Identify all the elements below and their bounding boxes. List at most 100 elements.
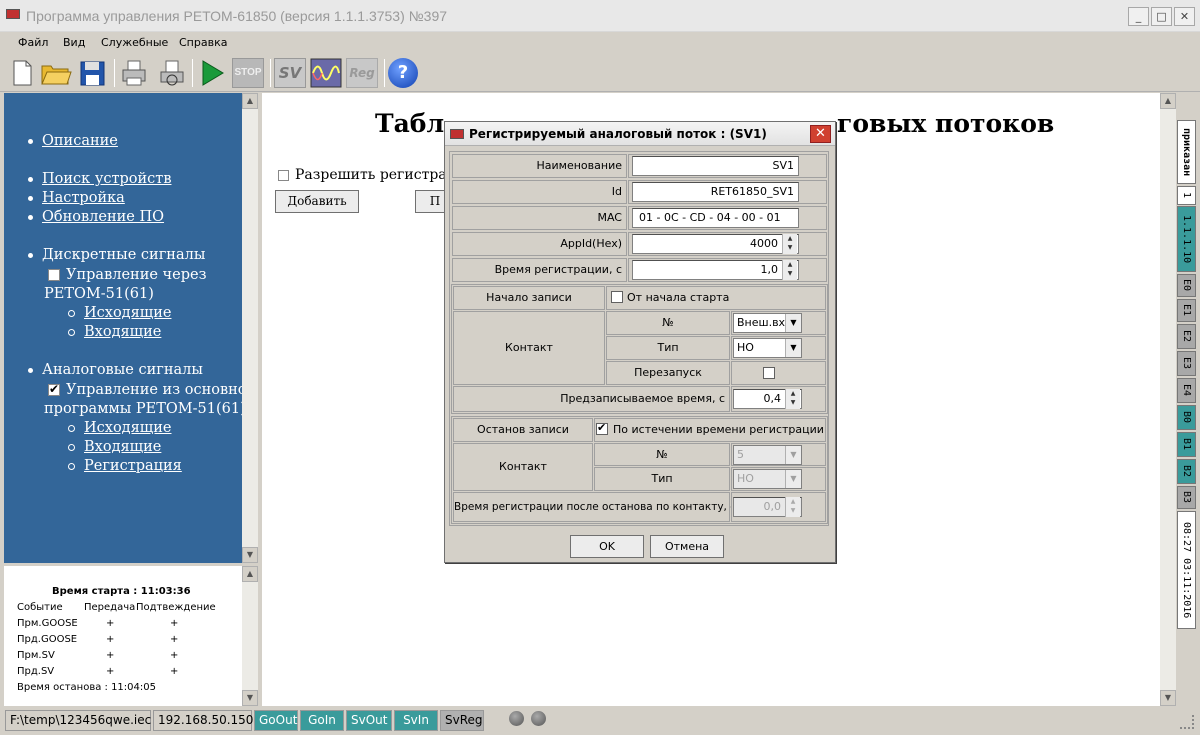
event-log-scrollbar[interactable]: ▲ ▼	[242, 566, 258, 706]
contact-number-select[interactable]: Внеш.вх.1 ▼	[733, 313, 802, 333]
sidebar-item-analog-in[interactable]: Входящие	[68, 439, 161, 455]
print-icon[interactable]	[120, 58, 148, 88]
resize-grip-icon[interactable]	[1180, 715, 1194, 729]
add-button[interactable]: Добавить	[275, 190, 359, 213]
appid-spinner[interactable]: ▲ ▼	[782, 234, 797, 254]
play-icon[interactable]	[198, 58, 226, 88]
new-file-icon[interactable]	[8, 58, 36, 88]
dialog-title-bar[interactable]: Регистрируемый аналоговый поток : (SV1) …	[445, 122, 835, 146]
dropdown-arrow-icon[interactable]: ▼	[785, 339, 801, 357]
name-input[interactable]: SV1	[632, 156, 799, 176]
help-icon[interactable]: ?	[388, 58, 418, 88]
main-scrollbar[interactable]: ▲ ▼	[1160, 93, 1176, 706]
sidebar-item-discrete-out[interactable]: Исходящие	[68, 305, 171, 321]
title-bar: Программа управления РЕТОМ-61850 (версия…	[0, 0, 1200, 32]
sidebar-item-update[interactable]: Обновление ПО	[28, 209, 164, 225]
sidebar-link-label[interactable]: Входящие	[84, 439, 161, 455]
tab-b3[interactable]: B3	[1177, 486, 1196, 509]
tab-b2[interactable]: B2	[1177, 459, 1196, 484]
restart-checkbox[interactable]	[763, 367, 775, 379]
sidebar-item-analog-out[interactable]: Исходящие	[68, 420, 171, 436]
event-row-label: Прм.GOOSE	[17, 618, 78, 629]
sidebar-link-label[interactable]: Описание	[42, 133, 118, 149]
sidebar-item-analog-reg[interactable]: Регистрация	[68, 458, 182, 474]
status-led-icon	[531, 711, 546, 726]
sidebar-link-label[interactable]: Входящие	[84, 324, 161, 340]
allow-registration-checkbox[interactable]	[278, 169, 289, 181]
regtime-label: Время регистрации, с	[452, 258, 627, 282]
after-stop-time-spinner[interactable]: ▲ ▼	[785, 497, 800, 517]
sidebar-link-label[interactable]: Обновление ПО	[42, 209, 164, 225]
id-input[interactable]: RET61850_SV1	[632, 182, 799, 202]
sidebar-link-label[interactable]: Исходящие	[84, 420, 171, 436]
id-label: Id	[452, 180, 627, 204]
scroll-up-icon[interactable]: ▲	[1160, 93, 1176, 109]
sidebar-link-label[interactable]: Регистрация	[84, 458, 182, 474]
tab-b0[interactable]: B0	[1177, 405, 1196, 430]
scroll-up-icon[interactable]: ▲	[242, 93, 258, 109]
sidebar-item-discrete-in[interactable]: Входящие	[68, 324, 161, 340]
tab-e0[interactable]: E0	[1177, 274, 1196, 297]
scroll-up-icon[interactable]: ▲	[242, 566, 258, 582]
tab-e3[interactable]: E3	[1177, 351, 1196, 376]
tab-version[interactable]: 1.1.1.10	[1177, 206, 1196, 272]
contact-type-select[interactable]: НО ▼	[733, 338, 802, 358]
tab-1[interactable]: 1	[1177, 186, 1196, 205]
dialog-title: Регистрируемый аналоговый поток : (SV1)	[469, 127, 767, 141]
ok-button[interactable]: OK	[570, 535, 644, 558]
sidebar-scrollbar[interactable]: ▲ ▼	[242, 93, 258, 563]
from-start-checkbox[interactable]	[611, 291, 623, 303]
analog-control-checkbox[interactable]	[48, 382, 60, 396]
maximize-button[interactable]: □	[1151, 7, 1172, 26]
reg-button[interactable]: Reg	[346, 58, 378, 88]
start-record-label: Начало записи	[453, 286, 605, 310]
dropdown-arrow-icon[interactable]: ▼	[785, 314, 801, 332]
event-row-tx: +	[106, 634, 115, 645]
sidebar-item-description[interactable]: Описание	[28, 133, 118, 149]
menu-help[interactable]: Справка	[179, 36, 227, 49]
tab-prikazan[interactable]: приказан	[1177, 120, 1196, 184]
regtime-spinner[interactable]: ▲ ▼	[782, 260, 797, 280]
checkbox-label-cont: программы РЕТОМ-51(61)	[44, 401, 246, 417]
sv-button[interactable]: SV	[274, 58, 306, 88]
stop-contact-type-select[interactable]: НО ▼	[733, 469, 802, 489]
scroll-down-icon[interactable]: ▼	[242, 547, 258, 563]
sidebar-item-settings[interactable]: Настройка	[28, 190, 125, 206]
dropdown-arrow-icon[interactable]: ▼	[785, 470, 801, 488]
sidebar-link-label[interactable]: Исходящие	[84, 305, 171, 321]
close-button[interactable]: ✕	[1174, 7, 1195, 26]
tab-e4[interactable]: E4	[1177, 378, 1196, 403]
sidebar-link-label[interactable]: Поиск устройств	[42, 171, 172, 187]
cancel-button[interactable]: Отмена	[650, 535, 724, 558]
tab-b1[interactable]: B1	[1177, 432, 1196, 457]
menu-service[interactable]: Служебные	[101, 36, 168, 49]
bullet-icon	[28, 252, 33, 258]
save-icon[interactable]	[78, 58, 106, 88]
minimize-button[interactable]: _	[1128, 7, 1149, 26]
sidebar-item-search[interactable]: Поиск устройств	[28, 171, 172, 187]
menu-file[interactable]: Файл	[18, 36, 48, 49]
oscillogram-icon[interactable]	[310, 58, 342, 88]
mac-input[interactable]: 01 - 0C - CD - 04 - 00 - 01	[632, 208, 799, 228]
discrete-control-checkbox-row[interactable]: Управление через	[48, 267, 206, 283]
dropdown-arrow-icon[interactable]: ▼	[785, 446, 801, 464]
scroll-down-icon[interactable]: ▼	[1160, 690, 1176, 706]
dialog-close-icon[interactable]: ✕	[810, 125, 831, 143]
open-folder-icon[interactable]	[40, 58, 72, 88]
menu-view[interactable]: Вид	[63, 36, 85, 49]
analog-control-checkbox-row[interactable]: Управление из основной	[48, 382, 256, 398]
scroll-down-icon[interactable]: ▼	[242, 690, 258, 706]
stop-button[interactable]: STOP	[232, 58, 264, 88]
allow-registration-row[interactable]: Разрешить регистрац	[278, 167, 456, 183]
appid-input[interactable]: 4000	[632, 234, 799, 254]
tab-e2[interactable]: E2	[1177, 324, 1196, 349]
regtime-input[interactable]: 1,0	[632, 260, 799, 280]
on-expire-checkbox[interactable]	[596, 421, 608, 435]
sidebar-link-label[interactable]: Настройка	[42, 190, 125, 206]
tab-e1[interactable]: E1	[1177, 299, 1196, 322]
circle-bullet-icon	[68, 462, 75, 470]
stop-contact-number-select[interactable]: 5 ▼	[733, 445, 802, 465]
discrete-control-checkbox[interactable]	[48, 269, 60, 281]
print-preview-icon[interactable]	[158, 58, 186, 88]
prerecord-time-spinner[interactable]: ▲ ▼	[785, 389, 800, 409]
